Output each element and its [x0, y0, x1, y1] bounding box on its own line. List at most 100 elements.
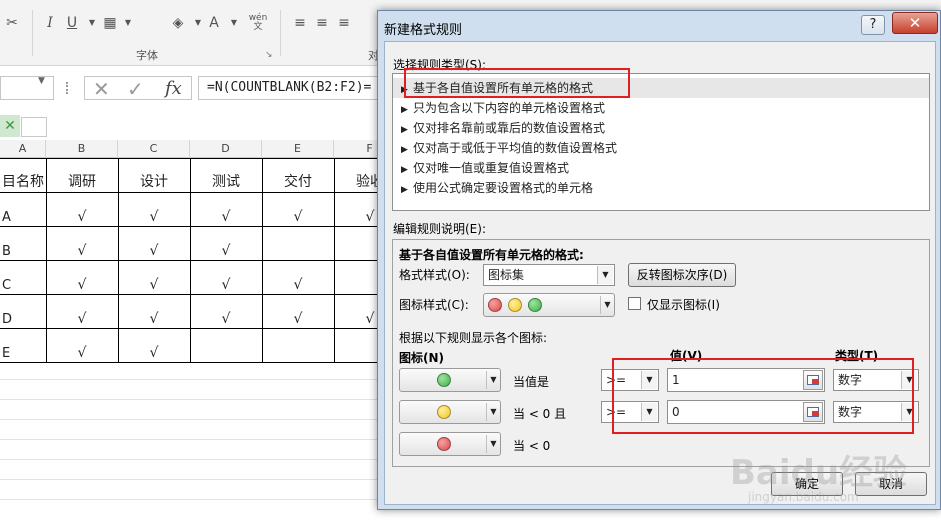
- rule-type-item[interactable]: ▶ 仅对高于或低于平均值的数值设置格式: [393, 138, 929, 158]
- fill-color-icon[interactable]: ◈: [168, 14, 188, 32]
- table-cell[interactable]: √: [45, 192, 119, 227]
- table-cell[interactable]: √: [45, 260, 119, 295]
- type-value: 数字: [838, 405, 863, 419]
- table-cell[interactable]: [261, 226, 335, 261]
- table-cell[interactable]: [189, 328, 263, 363]
- icon-select-2[interactable]: ▼: [399, 400, 501, 424]
- rules-intro-label: 根据以下规则显示各个图标:: [399, 331, 548, 345]
- watermark-url: jingyan.baidu.com: [748, 490, 859, 504]
- green-circle-icon: [528, 298, 542, 312]
- table-cell[interactable]: √: [189, 294, 263, 329]
- table-header-cell[interactable]: 目名称: [0, 158, 47, 193]
- align-top-icon[interactable]: ≡: [290, 14, 310, 32]
- row-name-cell[interactable]: D: [0, 294, 47, 329]
- column-header[interactable]: A: [0, 140, 46, 158]
- type-column-header: 类型(T): [835, 349, 879, 363]
- table-cell[interactable]: √: [189, 192, 263, 227]
- table-cell[interactable]: √: [189, 260, 263, 295]
- column-header[interactable]: C: [118, 140, 190, 158]
- green-circle-icon: [437, 373, 451, 387]
- table-cell[interactable]: √: [261, 192, 335, 227]
- rule-type-item[interactable]: ▶ 使用公式确定要设置格式的单元格: [393, 178, 929, 198]
- cancel-entry-icon[interactable]: ✕: [93, 77, 110, 101]
- rule-type-item[interactable]: ▶ 基于各自值设置所有单元格的格式: [393, 78, 929, 98]
- triangle-bullet-icon: ▶: [401, 85, 408, 95]
- table-cell[interactable]: √: [189, 226, 263, 261]
- show-icon-only-checkbox[interactable]: [628, 297, 641, 310]
- italic-button[interactable]: I: [40, 14, 60, 32]
- table-cell[interactable]: √: [261, 260, 335, 295]
- rule-type-list[interactable]: ▶ 基于各自值设置所有单元格的格式 ▶ 只为包含以下内容的单元格设置格式 ▶ 仅对排名…: [392, 73, 930, 211]
- close-cell-icon[interactable]: ✕: [0, 115, 20, 137]
- chevron-down-icon: ▼: [641, 371, 657, 389]
- align-middle-icon[interactable]: ≡: [312, 14, 332, 32]
- icon-select-1[interactable]: ▼: [399, 368, 501, 392]
- range-select-icon[interactable]: [803, 370, 823, 390]
- name-box[interactable]: [0, 76, 54, 100]
- help-button[interactable]: ?: [861, 15, 885, 35]
- empty-cell[interactable]: [21, 117, 47, 137]
- table-header-cell[interactable]: 调研: [45, 158, 119, 193]
- table-cell[interactable]: √: [45, 294, 119, 329]
- rule-type-label: 基于各自值设置所有单元格的格式: [413, 81, 594, 95]
- border-dropdown-icon[interactable]: ▼: [118, 14, 138, 32]
- yellow-circle-icon: [437, 405, 451, 419]
- column-header[interactable]: D: [190, 140, 262, 158]
- table-cell[interactable]: √: [117, 192, 191, 227]
- column-header[interactable]: B: [46, 140, 118, 158]
- table-cell[interactable]: [261, 328, 335, 363]
- type-value: 数字: [838, 373, 863, 387]
- table-cell[interactable]: √: [117, 260, 191, 295]
- type-select-2[interactable]: 数字 ▼: [833, 401, 919, 423]
- splitter-handle[interactable]: [66, 82, 69, 94]
- row-name-cell[interactable]: A: [0, 192, 47, 227]
- rule-type-item[interactable]: ▶ 仅对唯一值或重复值设置格式: [393, 158, 929, 178]
- row-name-cell[interactable]: B: [0, 226, 47, 261]
- font-color-button[interactable]: A: [204, 14, 224, 32]
- row-name-cell[interactable]: E: [0, 328, 47, 363]
- icon-select-3[interactable]: ▼: [399, 432, 501, 456]
- operator-select-2[interactable]: >= ▼: [601, 401, 659, 423]
- icon-column-header: 图标(N): [399, 351, 445, 365]
- format-painter-icon[interactable]: ✂: [2, 14, 22, 32]
- rule-type-item[interactable]: ▶ 仅对排名靠前或靠后的数值设置格式: [393, 118, 929, 138]
- border-icon[interactable]: ▦: [100, 14, 120, 32]
- icon-style-select[interactable]: ▼: [483, 293, 615, 317]
- table-header-cell[interactable]: 测试: [189, 158, 263, 193]
- table-cell[interactable]: √: [117, 328, 191, 363]
- reverse-icon-order-button[interactable]: 反转图标次序(D): [628, 263, 736, 287]
- phonetic-button[interactable]: wén 文: [244, 14, 272, 32]
- insert-function-icon[interactable]: fx: [165, 78, 182, 100]
- format-style-select[interactable]: 图标集 ▼: [483, 264, 615, 286]
- operator-select-1[interactable]: >= ▼: [601, 369, 659, 391]
- name-box-dropdown-icon[interactable]: ▼: [38, 76, 45, 86]
- table-header-cell[interactable]: 交付: [261, 158, 335, 193]
- table-header-cell[interactable]: 设计: [117, 158, 191, 193]
- table-cell[interactable]: √: [117, 294, 191, 329]
- font-dialog-launcher-icon[interactable]: ↘: [265, 50, 273, 60]
- chevron-down-icon: ▼: [600, 296, 614, 314]
- confirm-entry-icon[interactable]: ✓: [127, 77, 144, 101]
- rule-type-item[interactable]: ▶ 只为包含以下内容的单元格设置格式: [393, 98, 929, 118]
- rule-type-label: 仅对排名靠前或靠后的数值设置格式: [413, 121, 606, 135]
- close-button[interactable]: ✕: [892, 12, 938, 34]
- underline-button[interactable]: U: [62, 14, 82, 32]
- align-bottom-icon[interactable]: ≡: [334, 14, 354, 32]
- value-input-1[interactable]: 1: [667, 368, 825, 392]
- table-cell[interactable]: √: [261, 294, 335, 329]
- table-cell[interactable]: √: [117, 226, 191, 261]
- chevron-down-icon: ▼: [486, 403, 500, 421]
- table-cell[interactable]: √: [45, 328, 119, 363]
- table-header-row: 目名称 调研 设计 测试 交付 验收: [0, 158, 407, 193]
- type-select-1[interactable]: 数字 ▼: [833, 369, 919, 391]
- row-name-cell[interactable]: C: [0, 260, 47, 295]
- chevron-down-icon: ▼: [486, 371, 500, 389]
- value-input-2[interactable]: 0: [667, 400, 825, 424]
- rule-type-label: 只为包含以下内容的单元格设置格式: [413, 101, 606, 115]
- underline-dropdown-icon[interactable]: ▼: [82, 14, 102, 32]
- font-color-dropdown-icon[interactable]: ▼: [224, 14, 244, 32]
- column-header[interactable]: E: [262, 140, 334, 158]
- table-cell[interactable]: √: [45, 226, 119, 261]
- range-select-icon[interactable]: [803, 402, 823, 422]
- font-group-label: 字体: [136, 49, 158, 62]
